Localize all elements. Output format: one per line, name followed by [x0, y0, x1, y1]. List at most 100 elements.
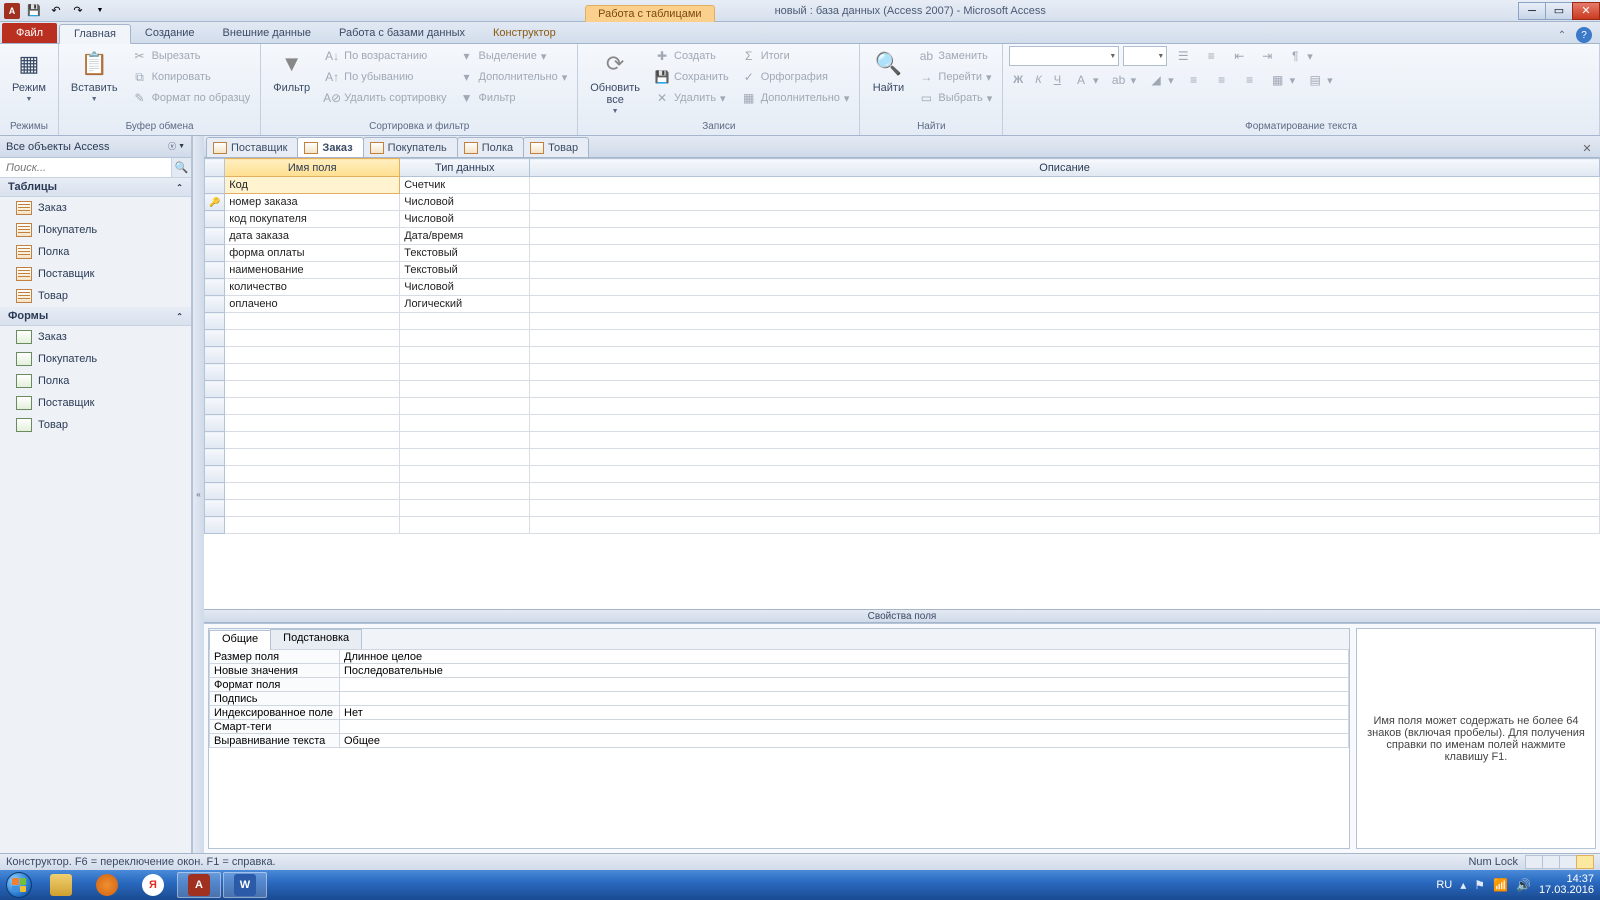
goto-button[interactable]: →Перейти ▾ [914, 67, 996, 87]
field-type-cell[interactable] [400, 415, 530, 432]
field-name-cell[interactable]: Код [225, 177, 400, 194]
ribbon-tab-0[interactable]: Главная [59, 24, 131, 44]
field-name-cell[interactable]: наименование [225, 262, 400, 279]
ribbon-tab-2[interactable]: Внешние данные [209, 23, 325, 43]
field-name-cell[interactable] [225, 364, 400, 381]
tray-chevron-icon[interactable]: ▴ [1460, 878, 1466, 892]
field-type-cell[interactable]: Числовой [400, 194, 530, 211]
font-name-combo[interactable]: ▼ [1009, 46, 1119, 66]
new-record-button[interactable]: ✚Создать [650, 46, 733, 66]
doc-tab-3[interactable]: Полка [457, 137, 524, 157]
field-name-cell[interactable] [225, 398, 400, 415]
bold-button[interactable]: Ж [1009, 70, 1027, 90]
field-desc-cell[interactable] [530, 347, 1600, 364]
field-desc-cell[interactable] [530, 262, 1600, 279]
row-selector[interactable] [205, 466, 225, 483]
field-name-cell[interactable]: количество [225, 279, 400, 296]
field-row[interactable] [205, 415, 1600, 432]
field-desc-cell[interactable] [530, 466, 1600, 483]
field-name-cell[interactable] [225, 415, 400, 432]
doc-tab-2[interactable]: Покупатель [363, 137, 458, 157]
field-type-cell[interactable] [400, 398, 530, 415]
tray-clock[interactable]: 14:37 17.03.2016 [1539, 874, 1594, 896]
align-center-button[interactable]: ≡ [1210, 70, 1234, 90]
nav-group-header-1[interactable]: Формы⌃ [0, 307, 191, 326]
prop-row[interactable]: Размер поляДлинное целое [210, 650, 1349, 664]
field-name-cell[interactable] [225, 449, 400, 466]
prop-value[interactable] [340, 692, 1349, 706]
view-design-button[interactable] [1576, 855, 1594, 869]
taskbar-media[interactable] [85, 872, 129, 898]
field-name-cell[interactable] [225, 330, 400, 347]
field-desc-cell[interactable] [530, 449, 1600, 466]
field-type-cell[interactable] [400, 449, 530, 466]
prop-row[interactable]: Новые значенияПоследовательные [210, 664, 1349, 678]
field-desc-cell[interactable] [530, 415, 1600, 432]
prop-value[interactable] [340, 720, 1349, 734]
delete-record-button[interactable]: ✕Удалить ▾ [650, 88, 733, 108]
cut-button[interactable]: ✂Вырезать [128, 46, 255, 66]
nav-header[interactable]: Все объекты Access ⓥ▼ [0, 136, 191, 158]
toggle-filter-button[interactable]: ▼Фильтр [455, 88, 572, 108]
doc-tab-4[interactable]: Товар [523, 137, 589, 157]
taskbar-word[interactable]: W [223, 872, 267, 898]
search-icon[interactable]: 🔍 [171, 158, 191, 177]
select-button[interactable]: ▭Выбрать ▾ [914, 88, 996, 108]
tray-volume-icon[interactable]: 🔊 [1516, 878, 1531, 892]
field-row[interactable] [205, 432, 1600, 449]
row-selector[interactable] [205, 211, 225, 228]
field-desc-cell[interactable] [530, 500, 1600, 517]
gridlines-button[interactable]: ▦▾ [1266, 70, 1300, 90]
field-type-cell[interactable] [400, 466, 530, 483]
nav-item-form-2[interactable]: Полка [0, 370, 191, 392]
highlight-button[interactable]: ab▾ [1107, 70, 1141, 90]
field-type-cell[interactable]: Счетчик [400, 177, 530, 194]
field-name-cell[interactable]: форма оплаты [225, 245, 400, 262]
align-left-button[interactable]: ≡ [1182, 70, 1206, 90]
field-row[interactable] [205, 347, 1600, 364]
field-row[interactable] [205, 364, 1600, 381]
prop-row[interactable]: Формат поля [210, 678, 1349, 692]
altrow-button[interactable]: ▤▾ [1303, 70, 1337, 90]
tray-flag-icon[interactable]: ⚑ [1474, 878, 1485, 892]
underline-button[interactable]: Ч [1050, 70, 1065, 90]
prop-row[interactable]: Выравнивание текстаОбщее [210, 734, 1349, 748]
field-row[interactable] [205, 466, 1600, 483]
field-desc-cell[interactable] [530, 194, 1600, 211]
row-selector[interactable] [205, 415, 225, 432]
row-selector[interactable] [205, 398, 225, 415]
nav-item-form-0[interactable]: Заказ [0, 326, 191, 348]
field-type-cell[interactable] [400, 500, 530, 517]
field-row[interactable]: наименованиеТекстовый [205, 262, 1600, 279]
view-datasheet-button[interactable] [1525, 855, 1543, 869]
row-selector[interactable] [205, 313, 225, 330]
doc-tab-0[interactable]: Поставщик [206, 137, 298, 157]
save-icon[interactable]: 💾 [24, 2, 44, 20]
field-row[interactable]: КодСчетчик [205, 177, 1600, 194]
nav-item-form-4[interactable]: Товар [0, 414, 191, 436]
minimize-button[interactable]: ─ [1518, 2, 1546, 20]
close-button[interactable]: ✕ [1572, 2, 1600, 20]
field-name-cell[interactable] [225, 347, 400, 364]
row-selector[interactable] [205, 364, 225, 381]
field-desc-cell[interactable] [530, 313, 1600, 330]
field-desc-cell[interactable] [530, 177, 1600, 194]
taskbar-yandex[interactable]: Я [131, 872, 175, 898]
row-selector[interactable] [205, 296, 225, 313]
ribbon-tab-3[interactable]: Работа с базами данных [325, 23, 479, 43]
row-selector[interactable] [205, 262, 225, 279]
row-selector[interactable] [205, 432, 225, 449]
field-type-cell[interactable] [400, 364, 530, 381]
field-row[interactable] [205, 381, 1600, 398]
field-desc-cell[interactable] [530, 381, 1600, 398]
row-selector[interactable] [205, 381, 225, 398]
props-tab-1[interactable]: Подстановка [270, 629, 362, 649]
row-selector[interactable] [205, 279, 225, 296]
file-tab[interactable]: Файл [2, 23, 57, 43]
prop-row[interactable]: Смарт-теги [210, 720, 1349, 734]
nav-collapse-button[interactable]: « [192, 136, 204, 853]
col-header-name[interactable]: Имя поля [225, 159, 400, 177]
field-type-cell[interactable] [400, 381, 530, 398]
props-tab-0[interactable]: Общие [209, 630, 271, 650]
prop-row[interactable]: Подпись [210, 692, 1349, 706]
